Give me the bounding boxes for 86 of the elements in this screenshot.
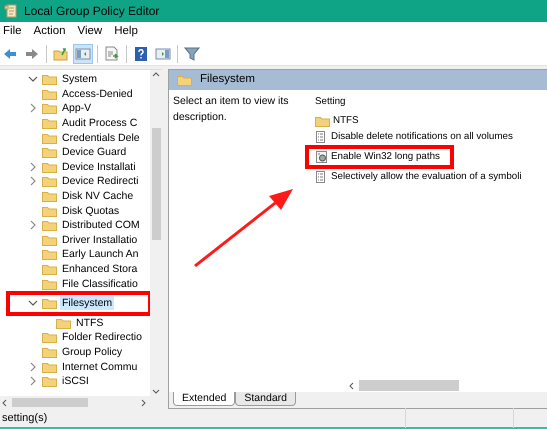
folder-icon [42, 102, 57, 114]
setting-item[interactable]: Selectively allow the evaluation of a symboli [331, 170, 522, 184]
tab[interactable]: Standard [235, 392, 296, 406]
setting-item[interactable]: NTFS [333, 114, 359, 128]
chevron-down-icon[interactable] [28, 298, 38, 308]
folder-icon [42, 73, 57, 86]
folder-icon [42, 278, 57, 290]
help-icon [133, 46, 149, 62]
folder-icon [42, 117, 57, 130]
folder-icon [42, 263, 57, 276]
policy-icon [315, 171, 328, 183]
folder-icon [42, 297, 57, 310]
tree-item[interactable]: iSCSI [60, 374, 91, 388]
window-title: Local Group Policy Editor [24, 3, 160, 20]
tree-item[interactable]: Distributed COM [60, 218, 142, 232]
scrollbar-thumb[interactable] [359, 380, 459, 391]
folder-icon [42, 190, 57, 202]
console-tree-icon [75, 46, 91, 62]
tree-item[interactable]: Internet Commu [60, 360, 140, 374]
folder-icon [42, 132, 57, 144]
chevron-right-icon[interactable] [28, 103, 38, 114]
action-pane-icon [155, 46, 171, 62]
chevron-left-icon [0, 398, 8, 406]
chevron-right-icon[interactable] [28, 176, 38, 186]
folder-icon [42, 234, 57, 246]
console-tree-button[interactable] [73, 44, 93, 64]
chevron-right-icon[interactable] [28, 362, 38, 372]
tree-item[interactable]: System [60, 72, 100, 86]
chevron-left-icon [347, 382, 355, 390]
chevron-up-icon [152, 70, 160, 78]
tree-item[interactable]: Device Guard [60, 145, 128, 160]
menu-item[interactable]: Help [111, 23, 147, 41]
tree-item[interactable]: Device Redirecti [60, 174, 140, 188]
scroll-icon [4, 4, 18, 18]
tree-item[interactable]: Early Launch An [60, 247, 140, 262]
chevron-down-icon[interactable] [28, 74, 38, 84]
folder-icon [42, 204, 57, 217]
tree-item[interactable]: Filesystem [60, 296, 114, 310]
tree-item[interactable]: Folder Redirectio [60, 330, 144, 344]
setting-item[interactable]: Disable delete notifications on all volumes [331, 130, 513, 144]
tree-item[interactable]: Disk NV Cache [60, 189, 136, 204]
policy-icon [315, 151, 328, 163]
folder-icon [42, 88, 57, 100]
status-text: setting(s) [1, 410, 48, 426]
tree-item[interactable]: App-V [60, 101, 94, 116]
tree-item[interactable]: File Classificatio [60, 276, 140, 291]
folder-icon [42, 331, 57, 344]
tree-item[interactable]: Audit Process C [60, 116, 140, 130]
tree-item[interactable]: Enhanced Stora [60, 262, 140, 276]
tree-item[interactable]: Group Policy [60, 344, 124, 359]
tree-item[interactable]: Device Installati [60, 160, 138, 174]
chevron-right-icon [140, 398, 148, 406]
tree-item[interactable]: Disk Quotas [60, 204, 122, 218]
folder-icon [42, 146, 57, 158]
folder-icon [42, 346, 57, 358]
folder-icon [42, 219, 57, 232]
chevron-right-icon[interactable] [28, 162, 38, 172]
folder-icon [56, 316, 71, 329]
tab[interactable]: Extended [173, 392, 236, 406]
menu-item[interactable]: View [74, 23, 112, 41]
column-header[interactable]: Setting [315, 94, 547, 110]
folder-icon [42, 160, 57, 173]
folder-icon [177, 74, 192, 86]
filter-icon [184, 46, 200, 62]
folder-icon [42, 375, 57, 388]
setting-item[interactable]: Enable Win32 long paths [331, 150, 440, 164]
export-list-icon [104, 46, 120, 62]
folder-icon [42, 175, 57, 188]
pane-title: Filesystem [200, 72, 255, 88]
menu-item[interactable]: Action [30, 23, 74, 41]
policy-icon [315, 131, 328, 143]
folder-icon [42, 248, 57, 260]
tree-item[interactable]: NTFS [74, 316, 106, 330]
chevron-right-icon[interactable] [28, 220, 38, 230]
description-text: Select an item to view its description. [173, 94, 290, 125]
scrollbar-thumb[interactable] [152, 128, 160, 240]
folder-icon [315, 115, 330, 127]
menu-item[interactable]: File [0, 23, 31, 41]
tree-item[interactable]: Credentials Dele [60, 130, 142, 145]
folder-icon [42, 360, 57, 373]
chevron-right-icon[interactable] [28, 376, 38, 386]
tree-item[interactable]: Access-Denied [60, 86, 135, 101]
scrollbar-thumb[interactable] [12, 398, 88, 407]
tree-item[interactable]: Driver Installatio [60, 232, 140, 247]
chevron-down-icon [152, 388, 160, 396]
folder-up-icon [53, 46, 69, 62]
